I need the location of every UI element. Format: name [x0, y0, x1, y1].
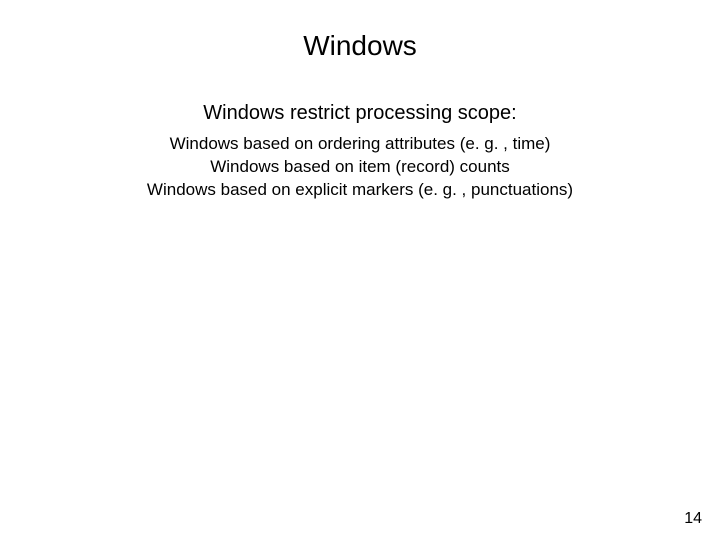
slide-body: Windows based on ordering attributes (e.… — [0, 133, 720, 202]
body-line: Windows based on item (record) counts — [0, 156, 720, 179]
body-line: Windows based on ordering attributes (e.… — [0, 133, 720, 156]
page-number: 14 — [684, 510, 702, 528]
body-line: Windows based on explicit markers (e. g.… — [0, 179, 720, 202]
slide-container: Windows Windows restrict processing scop… — [0, 0, 720, 540]
slide-title: Windows — [0, 30, 720, 62]
slide-subtitle: Windows restrict processing scope: — [0, 102, 720, 125]
